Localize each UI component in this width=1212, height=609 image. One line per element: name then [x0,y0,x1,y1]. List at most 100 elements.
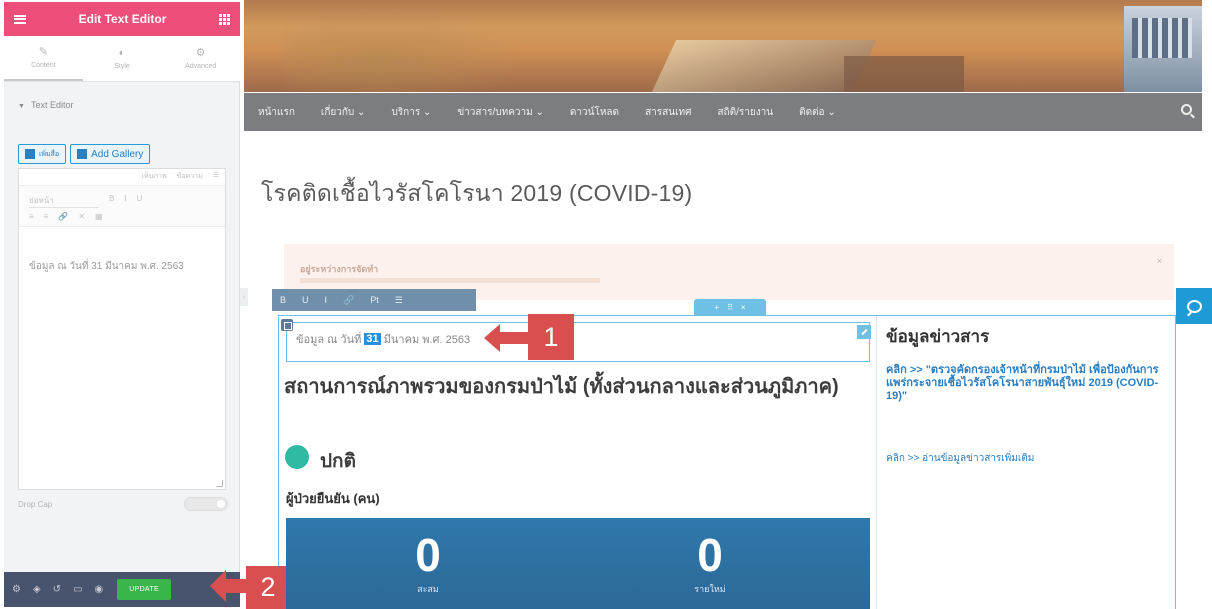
widget-edit-handle[interactable] [281,319,293,331]
tab-style-label: Style [114,62,130,70]
add-media-label: เพิ่มสื่อ [39,150,60,158]
toolbar-row-1: ย่อหน้า B I U [29,194,142,208]
nav-news[interactable]: ข่าวสาร/บทความ ⌄ [457,105,544,120]
notice-close-icon[interactable]: × [1157,256,1162,266]
menu-icon[interactable] [14,14,26,24]
stat-cumulative-value: 0 [415,529,441,581]
nav-stats[interactable]: สถิติ/รายงาน [717,105,773,120]
annotation-arrow-1 [484,324,530,352]
tab-advanced-label: Advanced [185,62,217,70]
settings-icon[interactable]: ⚙ [12,584,21,595]
banner-roof-shadow [844,56,964,92]
section-handle[interactable]: + ⠿ × [694,299,766,315]
update-button[interactable]: UPDATE [117,579,171,600]
link-button[interactable]: 🔗 [58,212,68,221]
status-indicator-dot [285,445,309,469]
annotation-arrow-2 [210,570,248,602]
nav-home[interactable]: หน้าแรก [258,105,295,120]
tab-content[interactable]: ✎ Content [4,36,83,81]
drop-cap-label: Drop Cap [18,500,53,509]
status-heading: สถานการณ์ภาพรวมของกรมป่าไม้ (ทั้งส่วนกลา… [284,376,839,398]
nav-info[interactable]: สารสนเทศ [645,105,691,120]
toolbar-row-2: ≡ ≡ 🔗 ✕ ▦ [29,212,103,221]
inline-paragraph-button[interactable]: Pt [370,295,379,305]
inline-bold-button[interactable]: B [280,295,286,305]
inline-format-toolbar: B U I 🔗 Pt ☰ [272,289,476,311]
format-select[interactable]: ย่อหน้า [29,194,99,208]
date-day-selected[interactable]: 31 [364,333,381,345]
nav-about[interactable]: เกี่ยวกับ ⌄ [321,105,366,120]
nav-download[interactable]: ดาวน์โหลด [570,105,619,120]
read-more-link[interactable]: คลิก >> อ่านข้อมูลข่าวสารเพิ่มเติม [886,451,1034,466]
tab-content-label: Content [31,61,56,69]
preview-icon[interactable]: ◉ [95,584,104,595]
nav-services[interactable]: บริการ ⌄ [391,105,431,120]
unlink-button[interactable]: ✕ [78,212,85,221]
add-media-button[interactable]: เพิ่มสื่อ [18,144,67,164]
banner-tree [284,10,524,92]
banner-building [1124,6,1202,92]
panel-header: Edit Text Editor [4,2,240,36]
gallery-icon [77,149,88,159]
site-banner [244,0,1202,92]
chat-button[interactable] [1176,288,1212,324]
add-gallery-button[interactable]: Add Gallery [70,144,151,164]
tab-advanced[interactable]: ⚙ Advanced [161,36,240,81]
inline-underline-button[interactable]: U [302,295,309,305]
inline-italic-button[interactable]: I [325,295,328,305]
editor-content[interactable]: ข้อมูล ณ วันที่ 31 มีนาคม พ.ศ. 2563 [29,259,184,274]
add-section-icon[interactable]: + [714,303,719,312]
media-icon [25,149,35,159]
widget-pencil-icon[interactable] [857,325,871,339]
caret-down-icon: ▼ [18,103,25,110]
annotation-badge-2: 2 [246,566,290,609]
section-title-label: Text Editor [30,100,74,110]
editor-mode-tabs: เห็นภาพ ข้อความ ☰ [142,171,219,182]
delete-section-icon[interactable]: × [741,303,746,312]
date-prefix: ข้อมูล ณ วันที่ [296,334,362,346]
search-icon[interactable] [1181,104,1192,115]
gear-icon: ⚙ [195,46,206,59]
screening-news-link[interactable]: คลิก >> "ตรวจคัดกรองเจ้าหน้าที่กรมป่าไม้… [886,364,1176,403]
tab-text[interactable]: ข้อความ [177,171,203,182]
italic-button[interactable]: I [124,194,126,208]
contrast-icon: ◐ [118,46,126,59]
text-editor-box[interactable]: เห็นภาพ ข้อความ ☰ ย่อหน้า B I U ≡ ≡ 🔗 ✕ … [18,168,226,490]
media-buttons: เพิ่มสื่อ Add Gallery [18,144,151,164]
stat-new: 0 รายใหม่ [650,530,770,596]
editor-toolbar: ย่อหน้า B I U ≡ ≡ 🔗 ✕ ▦ [19,185,225,227]
banner-temple-roof [651,40,877,92]
section-toggle-text-editor[interactable]: ▼ Text Editor [18,100,73,110]
nav-contact[interactable]: ติดต่อ ⌄ [799,105,836,120]
drop-cap-switch[interactable] [184,497,228,511]
widgets-grid-icon[interactable] [219,13,230,25]
stat-cumulative: 0 สะสม [368,530,488,596]
news-title: ข้อมูลข่าวสาร [886,327,990,346]
resize-handle[interactable] [216,480,223,487]
column-divider [876,316,877,609]
panel-footer: ⚙ ◈ ↺ ▭ ◉ UPDATE [4,572,240,607]
toolbar-toggle-icon[interactable]: ☰ [213,171,219,182]
bold-button[interactable]: B [109,194,114,208]
widget-date-text[interactable]: ข้อมูล ณ วันที่ 31 มีนาคม พ.ศ. 2563 [296,330,470,348]
drag-section-icon[interactable]: ⠿ [727,303,733,312]
tab-visual[interactable]: เห็นภาพ [142,171,167,182]
responsive-icon[interactable]: ▭ [73,584,82,595]
number-list-button[interactable]: ≡ [44,212,49,221]
panel-collapse-handle[interactable]: ‹ [240,288,248,306]
underline-button[interactable]: U [137,194,143,208]
table-button[interactable]: ▦ [95,212,103,221]
history-icon[interactable]: ↺ [53,584,61,595]
main-nav: หน้าแรก เกี่ยวกับ ⌄ บริการ ⌄ ข่าวสาร/บทค… [244,93,1202,131]
inline-list-button[interactable]: ☰ [395,295,403,306]
notice-description [300,278,600,283]
tab-style[interactable]: ◐ Style [83,36,162,81]
stats-panel: 0 สะสม 0 รายใหม่ [286,518,870,609]
panel-title: Edit Text Editor [78,12,167,26]
date-suffix: มีนาคม พ.ศ. 2563 [383,334,471,346]
layers-icon[interactable]: ◈ [33,584,41,595]
add-gallery-label: Add Gallery [91,148,144,160]
page-title: โรคติดเชื้อไวรัสโคโรนา 2019 (COVID-19) [261,180,693,206]
bullet-list-button[interactable]: ≡ [29,212,34,221]
inline-link-button[interactable]: 🔗 [343,295,354,306]
